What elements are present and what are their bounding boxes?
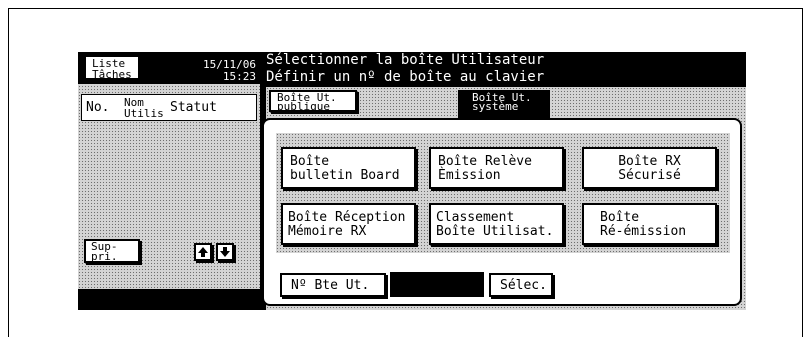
delete-button[interactable]: Sup- pri. [84, 239, 140, 263]
tab-public-box[interactable]: Boîte Ut. publique [269, 90, 357, 112]
select-button[interactable]: Sélec. [489, 273, 553, 297]
box-user-filing-button[interactable]: Classement Boîte Utilisat. [429, 203, 564, 245]
column-no: No. [86, 100, 110, 115]
box-polling-tx-button[interactable]: Boîte Relève Èmission [429, 147, 564, 189]
arrow-down-icon [220, 247, 230, 257]
box-memory-rx-button[interactable]: Boîte Réception Mémoire RX [281, 203, 416, 245]
job-list-column-headers: No. Nom Utilis Statut [81, 94, 257, 121]
header-instruction-1: Sélectionner la boîte Utilisateur [266, 52, 545, 68]
left-panel: Liste Tâches 15/11/06 15:23 No. Nom Util… [78, 52, 260, 289]
control-panel-screen: Liste Tâches 15/11/06 15:23 No. Nom Util… [78, 52, 746, 310]
scroll-up-button[interactable] [194, 243, 212, 261]
box-bulletin-board-button[interactable]: Boîte bulletin Board [281, 147, 416, 189]
box-secure-rx-button[interactable]: Boîte RX Sécurisé [582, 147, 717, 189]
main-panel: Boîte Ut. publique Boîte Ut. système Boî… [262, 87, 746, 310]
tab-system-box[interactable]: Boîte Ut. système [458, 90, 550, 119]
scroll-down-button[interactable] [216, 243, 234, 261]
job-list-button[interactable]: Liste Tâches [84, 55, 140, 80]
header-instruction-2: Définir un nº de boîte au clavier [266, 69, 545, 85]
box-number-button[interactable]: Nº Bte Ut. [280, 273, 386, 297]
column-status: Statut [170, 100, 217, 115]
box-resend-button[interactable]: Boîte Ré-émission [582, 203, 717, 245]
column-name: Nom Utilis [124, 96, 164, 120]
time-display: 15:23 [222, 70, 256, 83]
box-type-frame: Boîte bulletin Board Boîte Relève Èmissi… [262, 118, 742, 306]
box-number-field[interactable] [390, 272, 484, 297]
arrow-up-icon [198, 247, 208, 257]
date-display: 15/11/06 [203, 58, 256, 71]
